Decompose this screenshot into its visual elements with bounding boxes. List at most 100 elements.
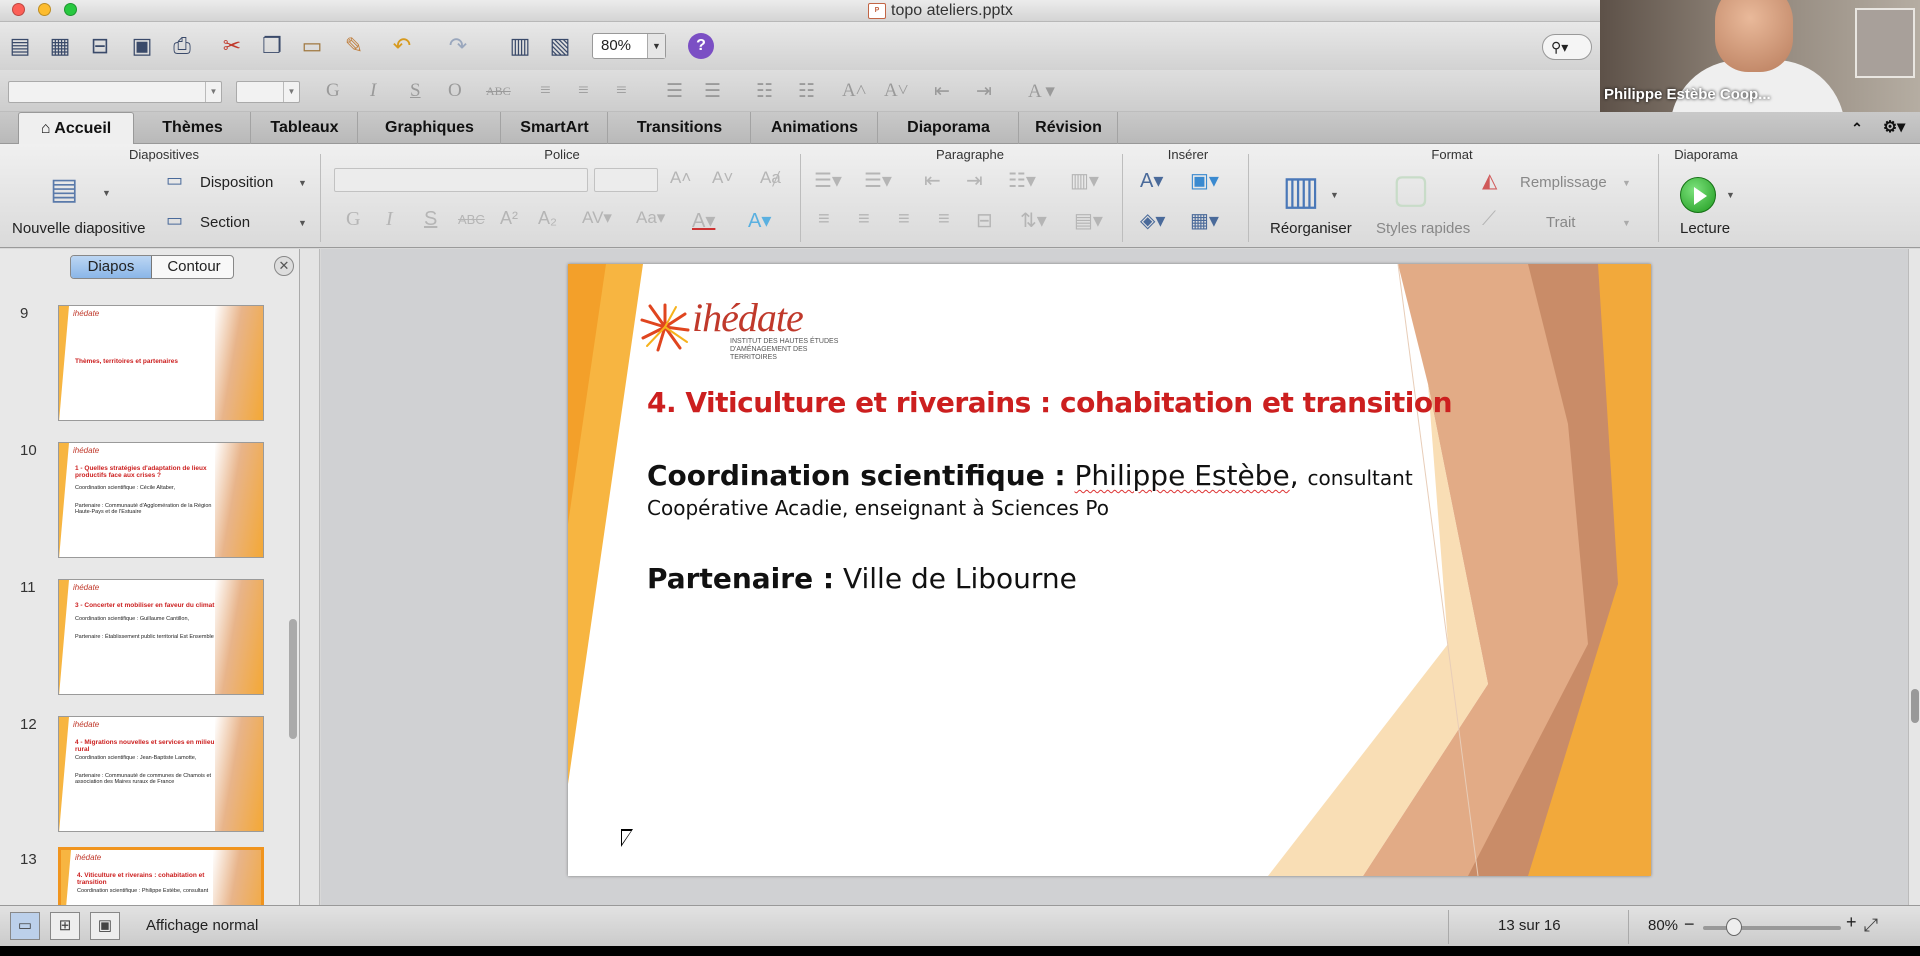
fill-icon[interactable]: ◭	[1482, 168, 1497, 193]
zoom-slider[interactable]	[1703, 926, 1841, 930]
minimize-window-button[interactable]	[38, 3, 51, 16]
char-spacing-icon[interactable]: AV▾	[582, 208, 612, 228]
justify-icon[interactable]: ≡	[938, 208, 950, 231]
align-center-icon[interactable]: ≡	[578, 80, 589, 102]
ribbon-font-size[interactable]	[594, 168, 658, 192]
bold-icon[interactable]: G	[326, 80, 340, 102]
slide-title[interactable]: 4. Viticulture et riverains : cohabitati…	[647, 386, 1453, 419]
coordination-line[interactable]: Coordination scientifique : Philippe Est…	[647, 459, 1413, 492]
text-effects-icon[interactable]: A▾	[748, 208, 771, 233]
collapse-ribbon-icon[interactable]: ⌃	[1842, 112, 1872, 144]
tab-graphiques[interactable]: Graphiques	[359, 112, 501, 144]
indent-icon[interactable]: ⇥	[976, 80, 992, 103]
bold-icon[interactable]: G	[346, 208, 360, 231]
slide-thumbnail[interactable]: ihédate 1 - Quelles stratégies d'adaptat…	[58, 442, 264, 558]
line-spacing-icon[interactable]: ☷▾	[1008, 168, 1036, 193]
paste-icon[interactable]: ▭	[298, 32, 326, 60]
chevron-down-icon[interactable]: ▼	[298, 218, 307, 228]
help-button[interactable]: ?	[688, 33, 714, 59]
current-slide[interactable]: ihédate INSTITUT DES HAUTES ÉTUDES D'AMÉ…	[568, 264, 1651, 876]
slide-thumbnail[interactable]: ihédate Thèmes, territoires et partenair…	[58, 305, 264, 421]
slide-layout-icon[interactable]: ▧	[546, 32, 574, 60]
editor-scrollbar[interactable]	[1908, 249, 1920, 905]
change-case-icon[interactable]: Aa▾	[636, 208, 665, 228]
coordination-line-2[interactable]: Coopérative Acadie, enseignant à Science…	[647, 496, 1109, 520]
ribbon-font-name[interactable]	[334, 168, 588, 192]
quick-styles-icon[interactable]: ▢	[1392, 166, 1430, 212]
save-icon[interactable]: ▣	[128, 32, 156, 60]
tab-themes[interactable]: Thèmes	[135, 112, 251, 144]
arrange-icon[interactable]: ▥	[1282, 168, 1320, 214]
chevron-down-icon[interactable]: ▼	[1330, 190, 1339, 200]
sorter-view-icon[interactable]: ⊞	[50, 912, 80, 940]
slide-thumbnail[interactable]: ihédate 4 - Migrations nouvelles et serv…	[58, 716, 264, 832]
indent-icon[interactable]: ⇥	[966, 168, 983, 193]
tab-tableaux[interactable]: Tableaux	[252, 112, 358, 144]
italic-icon[interactable]: I	[370, 80, 376, 102]
align-left-icon[interactable]: ≡	[540, 80, 551, 102]
tab-revision[interactable]: Révision	[1020, 112, 1118, 144]
search-field[interactable]: ⚲▾	[1542, 34, 1592, 60]
cut-icon[interactable]: ✂	[218, 32, 246, 60]
zoom-window-button[interactable]	[64, 3, 77, 16]
align-right-icon[interactable]: ≡	[616, 80, 627, 102]
strikethrough-icon[interactable]: ABC	[458, 212, 485, 227]
insert-media-icon[interactable]: ▦▾	[1190, 208, 1219, 233]
insert-shape-icon[interactable]: ◈▾	[1140, 208, 1165, 233]
gallery-icon[interactable]: ▦	[46, 32, 74, 60]
chevron-down-icon[interactable]: ▼	[102, 188, 111, 198]
remplissage-button[interactable]: Remplissage	[1520, 174, 1607, 191]
outdent-icon[interactable]: ⇤	[924, 168, 941, 193]
zoom-in-icon[interactable]: +	[1846, 912, 1857, 933]
columns-icon[interactable]: ☷	[756, 80, 773, 103]
distributed-icon[interactable]: ⊟	[976, 208, 993, 233]
scroll-thumb[interactable]	[1911, 689, 1919, 723]
grow-font-icon[interactable]: A˄	[670, 168, 691, 188]
text-direction-icon[interactable]: ⇅▾	[1020, 208, 1047, 233]
tab-contour[interactable]: Contour	[153, 256, 233, 278]
close-window-button[interactable]	[12, 3, 25, 16]
tab-transitions[interactable]: Transitions	[609, 112, 751, 144]
play-icon[interactable]	[1680, 177, 1716, 213]
insert-textbox-icon[interactable]: A▾	[1140, 168, 1163, 193]
insert-picture-icon[interactable]: ▣▾	[1190, 168, 1219, 193]
styles-rapides-button[interactable]: Styles rapides	[1376, 220, 1470, 237]
underline-icon[interactable]: S	[424, 208, 437, 231]
chevron-down-icon[interactable]: ▼	[1622, 178, 1631, 188]
tab-animations[interactable]: Animations	[752, 112, 878, 144]
numbering-icon[interactable]: ☰▾	[864, 168, 892, 193]
chevron-down-icon[interactable]: ▼	[298, 178, 307, 188]
reorganiser-button[interactable]: Réorganiser	[1270, 220, 1352, 237]
gear-icon[interactable]: ⚙▾	[1872, 112, 1916, 144]
strikethrough-icon[interactable]: ABC	[486, 84, 511, 99]
outdent-icon[interactable]: ⇤	[934, 80, 950, 103]
slideshow-view-icon[interactable]: ▣	[90, 912, 120, 940]
new-slide-button[interactable]: Nouvelle diapositive	[12, 220, 145, 237]
new-document-icon[interactable]: ▤	[6, 32, 34, 60]
lecture-button[interactable]: Lecture	[1680, 220, 1730, 237]
fit-window-icon[interactable]: ⤢	[1856, 912, 1886, 940]
list-level-icon[interactable]: ☷	[798, 80, 815, 103]
font-color-icon[interactable]: A▾	[692, 208, 715, 233]
chevron-down-icon[interactable]: ▼	[1726, 190, 1735, 200]
decrease-font-icon[interactable]: A˅	[884, 80, 908, 102]
tab-smartart[interactable]: SmartArt	[502, 112, 608, 144]
textbox-icon[interactable]: ▥	[506, 32, 534, 60]
zoom-select[interactable]: 80% ▼	[592, 33, 666, 59]
trait-button[interactable]: Trait	[1546, 214, 1575, 231]
underline-icon[interactable]: S	[410, 80, 421, 102]
numbering-icon[interactable]: ☰	[704, 80, 721, 103]
new-slide-icon[interactable]: ▤	[50, 172, 78, 207]
undo-icon[interactable]: ↶	[388, 32, 416, 60]
shadow-icon[interactable]: O	[448, 80, 462, 102]
align-text-icon[interactable]: ▤▾	[1074, 208, 1103, 233]
font-size-field[interactable]: ▼	[236, 81, 300, 103]
increase-font-icon[interactable]: A˄	[842, 80, 866, 102]
zoom-out-icon[interactable]: −	[1684, 914, 1695, 935]
columns-icon[interactable]: ▥▾	[1070, 168, 1099, 193]
shrink-font-icon[interactable]: A˅	[712, 168, 733, 188]
superscript-icon[interactable]: A²	[500, 208, 518, 229]
align-right-icon[interactable]: ≡	[898, 208, 910, 231]
font-name-field[interactable]: ▼	[8, 81, 222, 103]
slide-thumbnail[interactable]: ihédate 3 - Concerter et mobiliser en fa…	[58, 579, 264, 695]
